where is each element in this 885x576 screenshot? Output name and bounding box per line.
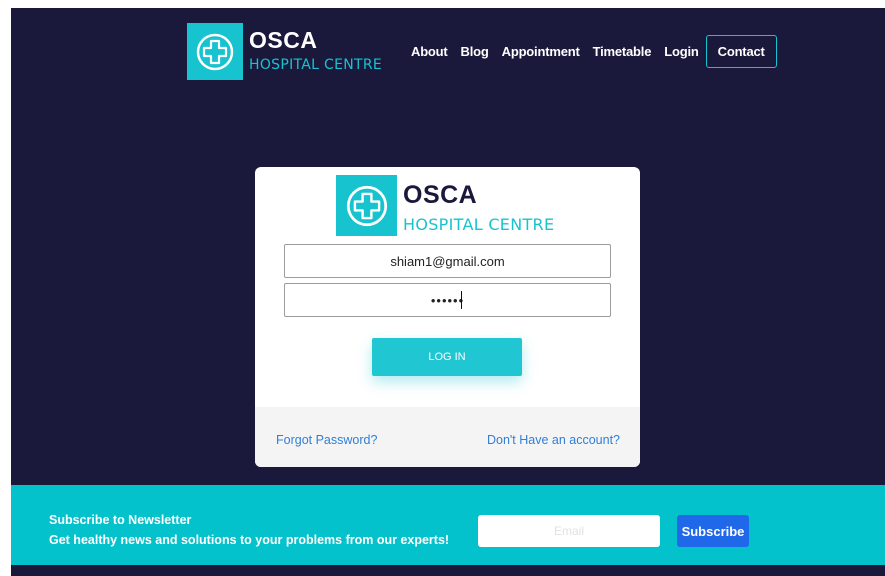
login-logo: OSCA HOSPITAL CENTRE [336, 175, 554, 236]
header-logo[interactable]: OSCA HOSPITAL CENTRE [187, 23, 382, 80]
nav-about[interactable]: About [411, 44, 448, 59]
text-cursor [461, 291, 462, 309]
login-card-footer: Forgot Password? Don't Have an account? [255, 407, 640, 467]
newsletter-email-input[interactable] [478, 515, 660, 547]
login-card: OSCA HOSPITAL CENTRE LOG IN Forgot Passw… [255, 167, 640, 467]
login-logo-subtitle: HOSPITAL CENTRE [403, 215, 555, 234]
page: OSCA HOSPITAL CENTRE About Blog Appointm… [11, 8, 885, 576]
logo-brand: OSCA [249, 27, 318, 53]
nav-timetable[interactable]: Timetable [593, 44, 652, 59]
logo-subtitle: HOSPITAL CENTRE [249, 57, 383, 73]
main-nav: About Blog Appointment Timetable Login C… [411, 35, 777, 68]
password-field[interactable] [284, 283, 611, 317]
nav-login[interactable]: Login [664, 44, 699, 59]
nav-appointment[interactable]: Appointment [502, 44, 580, 59]
signup-link[interactable]: Don't Have an account? [487, 433, 620, 447]
forgot-password-link[interactable]: Forgot Password? [276, 433, 377, 447]
subscribe-button[interactable]: Subscribe [677, 515, 749, 547]
login-logo-brand: OSCA [403, 181, 478, 209]
email-field[interactable] [284, 244, 611, 278]
newsletter-title: Subscribe to Newsletter [49, 513, 192, 527]
nav-blog[interactable]: Blog [461, 44, 489, 59]
medical-cross-icon [187, 23, 243, 80]
newsletter-section: Subscribe to Newsletter Get healthy news… [11, 485, 885, 565]
contact-button[interactable]: Contact [705, 35, 777, 68]
medical-cross-icon [336, 175, 397, 236]
newsletter-text: Get healthy news and solutions to your p… [49, 533, 450, 547]
login-button[interactable]: LOG IN [372, 338, 522, 376]
